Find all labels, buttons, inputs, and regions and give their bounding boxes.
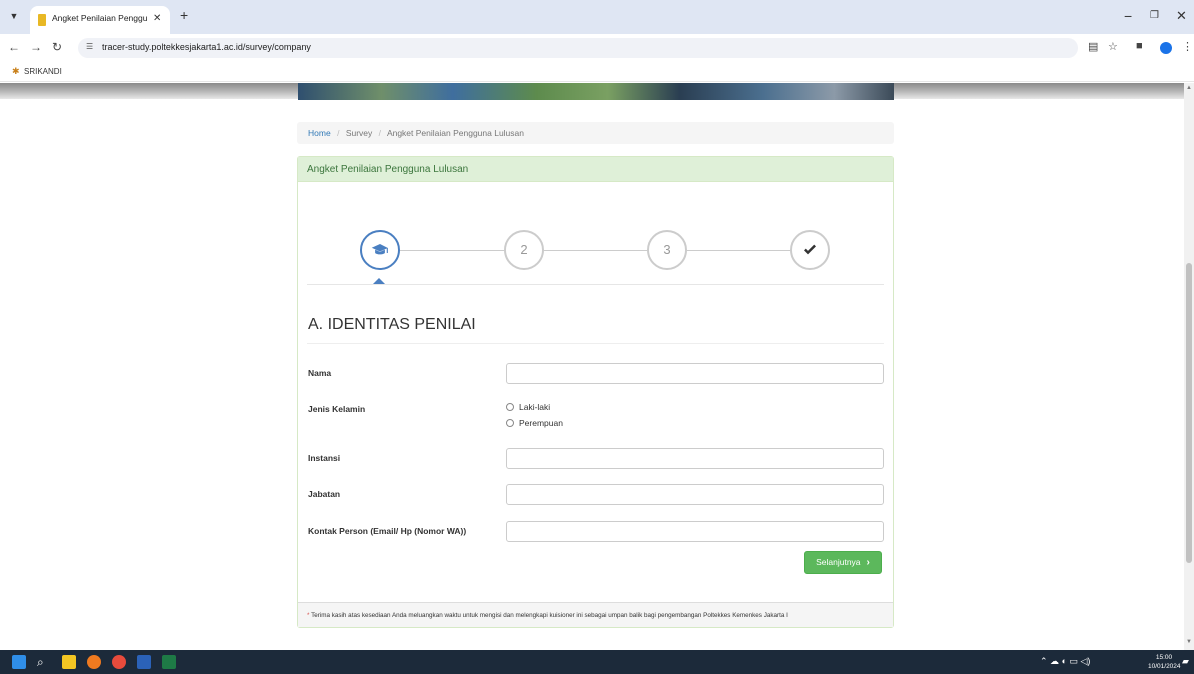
radio-button-icon[interactable] — [506, 418, 514, 427]
site-info-icon[interactable]: ☰ — [86, 42, 93, 51]
next-button-label: Selanjutnya — [816, 557, 861, 567]
nama-input[interactable] — [506, 363, 884, 384]
scroll-down-icon[interactable]: ▼ — [1186, 639, 1192, 645]
browser-tab-bar: ▼ Angket Penilaian Pengguna Lul ✕ + − ❐ … — [0, 0, 1194, 34]
wizard-step-3[interactable]: 3 — [647, 230, 687, 270]
breadcrumb-item-current: Angket Penilaian Pengguna Lulusan — [386, 128, 524, 138]
url-text: tracer-study.poltekkesjakarta1.ac.id/sur… — [102, 42, 311, 52]
browser-tab[interactable]: Angket Penilaian Pengguna Lul ✕ — [30, 6, 170, 34]
kontak-input[interactable] — [506, 521, 884, 542]
divider — [307, 284, 884, 285]
wizard-step-connector — [380, 250, 816, 251]
wizard-step-4[interactable] — [790, 230, 830, 270]
radio-perempuan-label: Perempuan — [519, 418, 563, 428]
reload-icon[interactable]: ↻ — [52, 40, 62, 54]
windows-taskbar: ⌕ ⌃ ☁ ◐ ▭ ◁) 15:00 10/01/2024 ▰ — [0, 650, 1194, 674]
survey-panel: Angket Penilaian Pengguna Lulusan 2 3 A.… — [297, 156, 894, 628]
bookmarks-bar: ✱ SRIKANDI — [0, 62, 1194, 82]
header-banner-image — [298, 83, 894, 100]
section-title: A. IDENTITAS PENILAI — [308, 316, 476, 333]
nama-label: Nama — [308, 368, 332, 378]
bookmark-favicon-icon: ✱ — [12, 66, 20, 76]
excel-icon[interactable] — [162, 655, 176, 669]
url-bar[interactable]: ☰ tracer-study.poltekkesjakarta1.ac.id/s… — [78, 38, 1078, 58]
minimize-icon[interactable]: − — [1124, 8, 1132, 24]
windows-start-icon[interactable] — [12, 655, 26, 669]
radio-perempuan[interactable]: Perempuan — [506, 418, 563, 428]
firefox-icon[interactable] — [87, 655, 101, 669]
panel-heading: Angket Penilaian Pengguna Lulusan — [298, 157, 893, 182]
breadcrumb-separator: / — [337, 128, 340, 138]
breadcrumb-item-survey: Survey — [345, 128, 373, 138]
radio-laki-laki-label: Laki-laki — [519, 402, 551, 412]
jenis-kelamin-label: Jenis Kelamin — [308, 404, 366, 414]
wizard-step-1[interactable] — [360, 230, 400, 270]
jabatan-label: Jabatan — [308, 489, 341, 499]
check-icon — [804, 244, 816, 255]
taskbar-search-icon[interactable]: ⌕ — [37, 655, 51, 669]
bookmark-star-icon[interactable]: ☆ — [1108, 40, 1118, 53]
chevron-right-icon: › — [866, 557, 870, 568]
instansi-input[interactable] — [506, 448, 884, 469]
side-panel-icon[interactable]: ■ — [1136, 40, 1143, 52]
page-viewport: Home / Survey / Angket Penilaian Penggun… — [0, 83, 1194, 650]
bookmark-srikandi[interactable]: SRIKANDI — [24, 67, 62, 76]
panel-footer: * Terima kasih atas kesediaan Anda melua… — [298, 602, 893, 627]
new-tab-icon[interactable]: + — [180, 7, 188, 23]
clock-time: 15:00 — [1155, 654, 1173, 661]
kontak-label: Kontak Person (Email/ Hp (Nomor WA)) — [308, 526, 467, 536]
breadcrumb-home-link[interactable]: Home — [308, 128, 331, 138]
chrome-icon[interactable] — [112, 655, 126, 669]
footer-text: Terima kasih atas kesediaan Anda meluang… — [311, 612, 788, 619]
forward-arrow-icon[interactable]: → — [30, 40, 42, 54]
scroll-up-icon[interactable]: ▲ — [1186, 85, 1192, 91]
restore-icon[interactable]: ❐ — [1150, 10, 1159, 21]
notification-icon[interactable]: ▰ — [1182, 656, 1189, 667]
clock-date: 10/01/2024 — [1148, 663, 1181, 670]
wizard-step-2[interactable]: 2 — [504, 230, 544, 270]
instansi-label: Instansi — [308, 453, 341, 463]
divider — [307, 343, 884, 344]
graduation-cap-icon — [371, 244, 388, 255]
site-favicon-icon — [38, 14, 46, 26]
page-scrollbar[interactable]: ▲ ▼ — [1184, 83, 1194, 650]
footer-asterisk: * — [307, 612, 310, 619]
translate-icon[interactable]: ▤ — [1088, 40, 1098, 53]
back-arrow-icon[interactable]: ← — [8, 40, 20, 54]
word-icon[interactable] — [137, 655, 151, 669]
tab-search-chevron-icon[interactable]: ▼ — [6, 8, 22, 24]
tab-close-icon[interactable]: ✕ — [153, 13, 161, 24]
tab-title: Angket Penilaian Pengguna Lul — [52, 13, 148, 23]
close-window-icon[interactable]: ✕ — [1176, 8, 1187, 24]
address-bar-row: ← → ↻ ☰ tracer-study.poltekkesjakarta1.a… — [0, 34, 1194, 62]
system-tray-icons[interactable]: ⌃ ☁ ◐ ▭ ◁) — [1040, 656, 1090, 667]
profile-avatar-icon[interactable] — [1160, 42, 1172, 54]
breadcrumb: Home / Survey / Angket Penilaian Penggun… — [297, 122, 894, 144]
jabatan-input[interactable] — [506, 484, 884, 505]
radio-laki-laki[interactable]: Laki-laki — [506, 402, 550, 412]
scrollbar-thumb[interactable] — [1186, 263, 1192, 563]
breadcrumb-separator: / — [378, 128, 382, 138]
next-button[interactable]: Selanjutnya › — [804, 551, 882, 574]
system-clock[interactable]: 15:00 10/01/2024 — [1148, 653, 1181, 671]
radio-button-icon[interactable] — [506, 402, 514, 411]
file-explorer-icon[interactable] — [62, 655, 76, 669]
browser-menu-icon[interactable]: ⋮ — [1182, 40, 1193, 53]
